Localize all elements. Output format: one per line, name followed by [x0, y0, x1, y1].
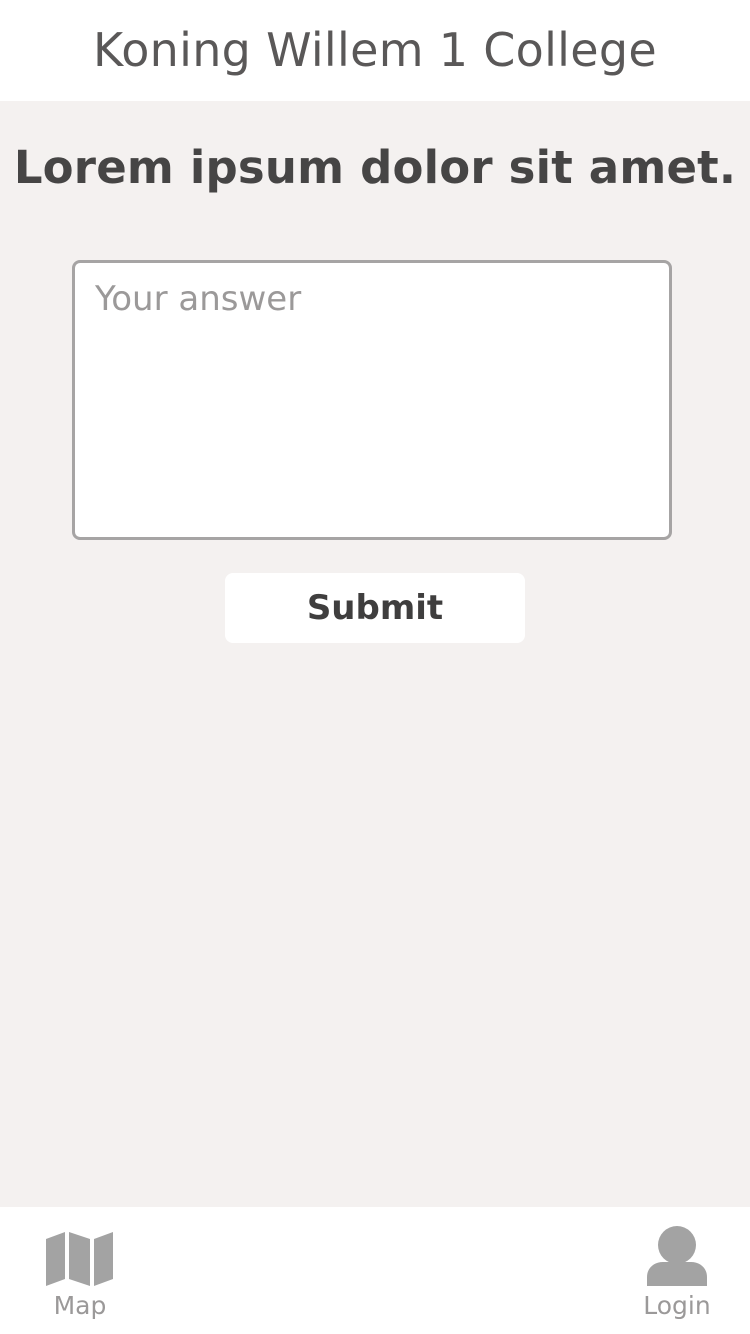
app-title: Koning Willem 1 College — [93, 22, 657, 77]
answer-input[interactable] — [72, 260, 672, 540]
app-header: Koning Willem 1 College — [0, 0, 750, 101]
user-icon — [637, 1223, 717, 1287]
tab-map[interactable]: Map — [30, 1207, 130, 1334]
tab-map-label: Map — [53, 1291, 107, 1320]
submit-button[interactable]: Submit — [225, 573, 525, 643]
tab-login[interactable]: Login — [622, 1207, 732, 1334]
tab-login-label: Login — [643, 1291, 711, 1320]
question-text: Lorem ipsum dolor sit amet. — [13, 141, 737, 194]
bottom-tab-bar: Map Login — [0, 1207, 750, 1334]
main-content: Lorem ipsum dolor sit amet. Submit — [0, 101, 750, 1207]
map-icon — [40, 1223, 120, 1287]
